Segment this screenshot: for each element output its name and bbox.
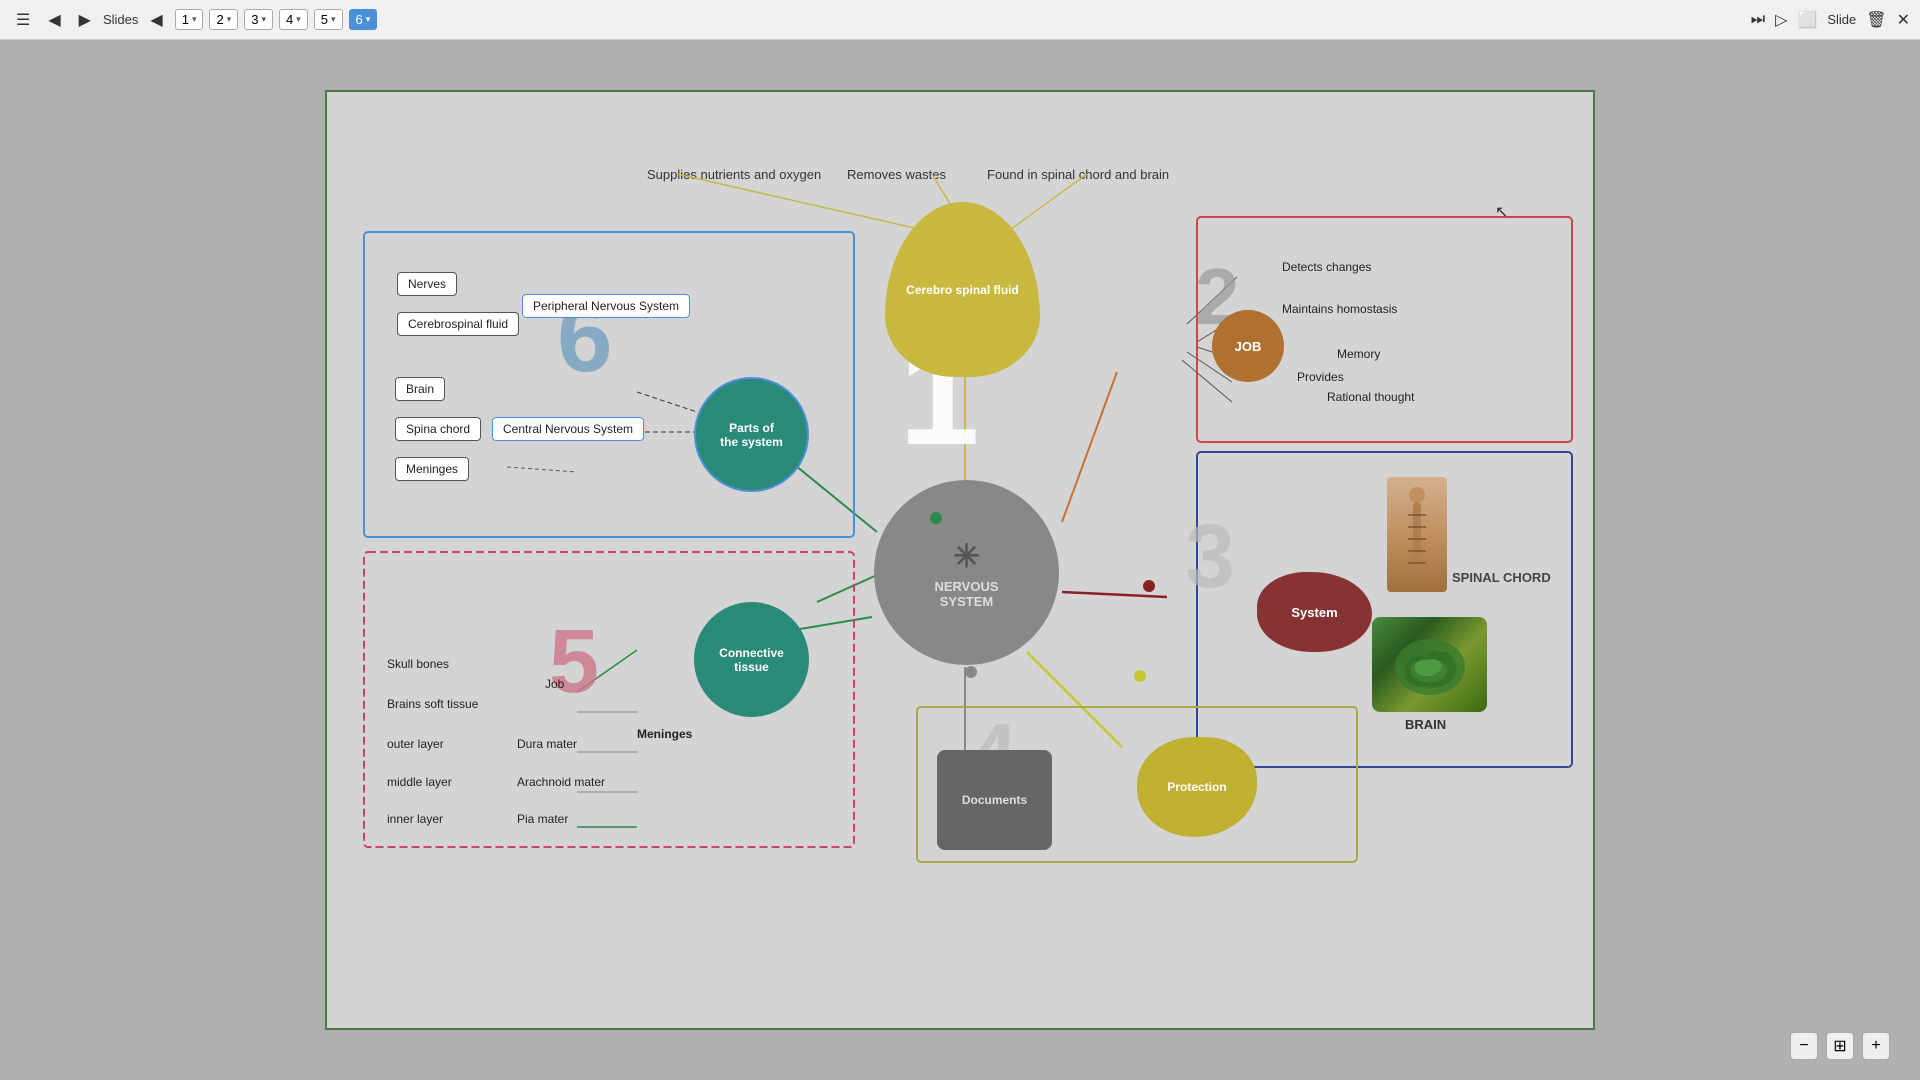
delete-button[interactable]: 🗑 [1866,10,1886,30]
slide-btn-2[interactable]: 2▾ [209,9,238,30]
rational-thought-label: Rational thought [1327,390,1414,404]
documents-node[interactable]: Documents [937,750,1052,850]
meninges-label: Meninges [637,727,692,741]
nerves-node[interactable]: Nerves [397,272,457,296]
skull-bones-label: Skull bones [387,657,449,671]
brain-label: BRAIN [1405,717,1446,732]
slide-text-label: Slide [1827,12,1856,27]
peripheral-nervous-node[interactable]: Peripheral Nervous System [522,294,690,318]
provides-label: Provides [1297,370,1344,384]
toolbar: ☰ ◀ ▶ Slides ◀ 1▾ 2▾ 3▾ 4▾ 5▾ 6▾ ⏭ ▷ ⬜ S… [0,0,1920,40]
big-num-3: 3 [1185,512,1235,602]
neuron-icon: ✳ [953,537,980,575]
zoom-in-button[interactable]: + [1862,1032,1890,1060]
close-button[interactable]: ✕ [1897,10,1910,30]
top-label-wastes: Removes wastes [847,167,946,182]
back-button[interactable]: ◀ [42,6,66,34]
skip-forward-button[interactable]: ⏭ [1751,11,1765,29]
brain-image [1372,617,1487,712]
cerebro-fluid-shape: Cerebro spinal fluid [885,202,1040,377]
zoom-fit-button[interactable]: ⊞ [1826,1032,1854,1060]
connective-tissue-node[interactable]: Connectivetissue [694,602,809,717]
spinal-cord-svg [1402,485,1432,585]
canvas-area: Supplies nutrients and oxygen Removes wa… [0,40,1920,1080]
memory-label: Memory [1337,347,1380,361]
zoom-controls: − ⊞ + [1790,1032,1890,1060]
dot-central-bottom [965,666,977,678]
detects-changes-label: Detects changes [1282,260,1371,274]
zoom-out-button[interactable]: − [1790,1032,1818,1060]
brain-svg [1390,632,1470,697]
protection-node[interactable]: Protection [1137,737,1257,837]
slide-btn-5[interactable]: 5▾ [314,9,343,30]
slide-btn-6[interactable]: 6▾ [349,9,378,30]
maintains-label: Maintains homostasis [1282,302,1397,316]
menu-button[interactable]: ☰ [10,6,36,34]
present-button[interactable]: ⬜ [1797,10,1817,30]
middle-layer-label: middle layer [387,775,452,789]
brains-soft-label: Brains soft tissue [387,697,478,711]
play-button[interactable]: ▷ [1775,10,1787,30]
outer-layer-label: outer layer [387,737,444,751]
dot-parts-bottom [930,512,942,524]
brain-node[interactable]: Brain [395,377,445,401]
pia-mater-label: Pia mater [517,812,568,826]
prev-slide-arrow[interactable]: ◀ [144,6,168,34]
cerebrospinal-node[interactable]: Cerebrospinal fluid [397,312,519,336]
cursor-indicator: ↖ [1495,202,1508,222]
spinal-chord-label: SPINAL CHORD [1452,570,1551,585]
slide-btn-4[interactable]: 4▾ [279,9,308,30]
parts-of-system-node[interactable]: Parts ofthe system [694,377,809,492]
arachnoid-label: Arachnoid mater [517,775,605,789]
nervous-system-circle: ✳ NERVOUS SYSTEM [874,480,1059,665]
dot-system [1143,580,1155,592]
spina-chord-node[interactable]: Spina chord [395,417,481,441]
top-label-nutrients: Supplies nutrients and oxygen [647,167,821,182]
top-label-found: Found in spinal chord and brain [987,167,1169,182]
dot-protection [1134,670,1146,682]
slide-btn-1[interactable]: 1▾ [175,9,204,30]
dura-mater-label: Dura mater [517,737,577,751]
big-num-5: 5 [549,617,599,707]
forward-button[interactable]: ▶ [73,6,97,34]
slides-label: Slides [103,12,138,27]
job-label: Job [545,677,564,691]
central-nervous-node[interactable]: Central Nervous System [492,417,644,441]
meninges-node[interactable]: Meninges [395,457,469,481]
job-node[interactable]: JOB [1212,310,1284,382]
inner-layer-label: inner layer [387,812,443,826]
slide: Supplies nutrients and oxygen Removes wa… [325,90,1595,1030]
toolbar-right: ⏭ ▷ ⬜ Slide 🗑 ✕ [1751,10,1910,30]
slide-btn-3[interactable]: 3▾ [244,9,273,30]
spinal-chord-image [1387,477,1447,592]
system-node[interactable]: System [1257,572,1372,652]
